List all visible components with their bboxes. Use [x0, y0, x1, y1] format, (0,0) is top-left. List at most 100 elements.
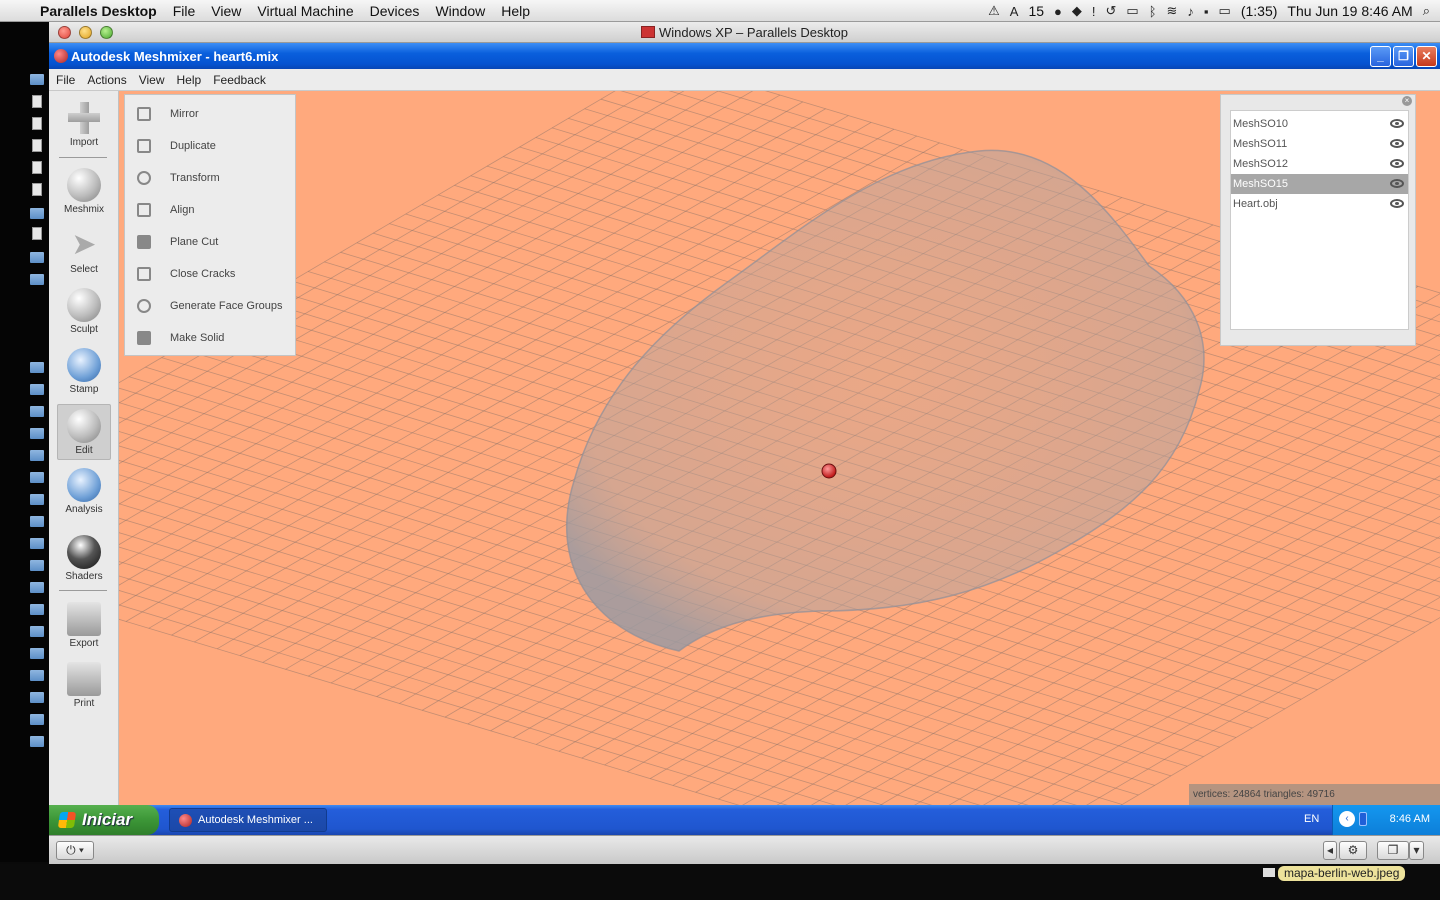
adobe-icon[interactable]: A [1010, 4, 1019, 19]
dropbox-icon[interactable]: ◆ [1072, 3, 1082, 19]
tray-expand-icon[interactable]: ‹ [1339, 811, 1355, 827]
desktop-folder-icon[interactable] [30, 274, 44, 285]
parallels-titlebar[interactable]: Windows XP – Parallels Desktop [49, 22, 1440, 43]
edit-transform[interactable]: Transform [125, 162, 295, 194]
desktop-folder-icon[interactable] [30, 516, 44, 527]
tool-select[interactable]: ➤ Select [57, 224, 111, 280]
desktop-file-label[interactable]: mapa-berlin-web.jpeg [1278, 866, 1406, 881]
desktop-folder-icon[interactable] [30, 208, 44, 219]
tool-analysis[interactable]: Analysis [57, 464, 111, 520]
object-row-meshso10[interactable]: MeshSO10 [1231, 114, 1408, 134]
view-mode-button[interactable]: ❐ [1377, 841, 1409, 860]
visibility-eye-icon[interactable] [1390, 179, 1404, 188]
edit-make-solid[interactable]: Make Solid [125, 322, 295, 354]
menu-feedback[interactable]: Feedback [213, 73, 266, 87]
power-button[interactable]: ⏻ ▾ [56, 841, 94, 860]
menu-app-name[interactable]: Parallels Desktop [40, 3, 157, 19]
display-icon[interactable]: ▭ [1126, 3, 1138, 19]
desktop-file-icon[interactable] [32, 139, 42, 152]
close-icon[interactable]: × [1402, 96, 1412, 106]
desktop-folder-icon[interactable] [30, 582, 44, 593]
desktop-file-icon[interactable] [32, 227, 42, 240]
bluetooth-icon[interactable]: ᛒ [1149, 4, 1157, 19]
menubar-clock[interactable]: Thu Jun 19 8:46 AM [1287, 3, 1412, 19]
start-button[interactable]: Iniciar [49, 805, 159, 835]
chevron-down-icon[interactable]: ▾ [1409, 841, 1424, 860]
desktop-file-icon[interactable] [32, 117, 42, 130]
menu-devices[interactable]: Devices [370, 3, 420, 19]
alert-icon[interactable]: ! [1092, 4, 1096, 19]
tool-meshmix[interactable]: Meshmix [57, 164, 111, 220]
menu-view[interactable]: View [139, 73, 165, 87]
menu-window[interactable]: Window [435, 3, 485, 19]
tool-edit[interactable]: Edit [57, 404, 111, 460]
meshmixer-titlebar[interactable]: Autodesk Meshmixer - heart6.mix _ ❐ ✕ [49, 43, 1440, 69]
file-icon[interactable] [1263, 868, 1275, 877]
evernote-icon[interactable]: ● [1054, 4, 1062, 19]
tool-sculpt[interactable]: Sculpt [57, 284, 111, 340]
desktop-folder-icon[interactable] [30, 494, 44, 505]
desktop-folder-icon[interactable] [30, 472, 44, 483]
edit-duplicate[interactable]: Duplicate [125, 130, 295, 162]
restore-button[interactable]: ❐ [1393, 46, 1414, 67]
meshmixer-app-icon[interactable] [54, 49, 68, 63]
tool-print[interactable]: Print [57, 658, 111, 714]
menu-view[interactable]: View [211, 3, 241, 19]
tool-import[interactable]: Import [57, 97, 111, 153]
tool-stamp[interactable]: Stamp [57, 344, 111, 400]
desktop-folder-icon[interactable] [30, 626, 44, 637]
desktop-file-icon[interactable] [32, 161, 42, 174]
visibility-eye-icon[interactable] [1390, 159, 1404, 168]
taskbar-item-meshmixer[interactable]: Autodesk Meshmixer ... [169, 808, 327, 832]
tray-app-icon[interactable] [1359, 812, 1367, 826]
desktop-file-icon[interactable] [32, 95, 42, 108]
menu-file[interactable]: File [173, 3, 196, 19]
desktop-folder-icon[interactable] [30, 74, 44, 85]
edit-close-cracks[interactable]: Close Cracks [125, 258, 295, 290]
tool-export[interactable]: Export [57, 598, 111, 654]
desktop-folder-icon[interactable] [30, 384, 44, 395]
edit-plane-cut[interactable]: Plane Cut [125, 226, 295, 258]
volume-icon[interactable]: ♪ [1187, 4, 1194, 19]
visibility-eye-icon[interactable] [1390, 139, 1404, 148]
input-source-icon[interactable]: ▪ [1204, 4, 1209, 19]
spotlight-search-icon[interactable]: ⌕ [1423, 3, 1430, 19]
object-row-meshso11[interactable]: MeshSO11 [1231, 134, 1408, 154]
menu-help[interactable]: Help [177, 73, 202, 87]
desktop-folder-icon[interactable] [30, 604, 44, 615]
desktop-folder-icon[interactable] [30, 714, 44, 725]
desktop-folder-icon[interactable] [30, 538, 44, 549]
desktop-folder-icon[interactable] [30, 692, 44, 703]
desktop-folder-icon[interactable] [30, 648, 44, 659]
edit-align[interactable]: Align [125, 194, 295, 226]
object-row-meshso12[interactable]: MeshSO12 [1231, 154, 1408, 174]
menu-help[interactable]: Help [501, 3, 530, 19]
desktop-file-icon[interactable] [32, 183, 42, 196]
language-indicator[interactable]: EN [1304, 813, 1319, 825]
tool-shaders[interactable]: Shaders [57, 531, 111, 587]
object-row-meshso15[interactable]: MeshSO15 [1231, 174, 1408, 194]
desktop-folder-icon[interactable] [30, 560, 44, 571]
desktop-folder-icon[interactable] [30, 428, 44, 439]
desktop-folder-icon[interactable] [30, 736, 44, 747]
battery-icon[interactable]: ▭ [1219, 3, 1231, 19]
edit-generate-face-groups[interactable]: Generate Face Groups [125, 290, 295, 322]
scroll-left-icon[interactable]: ◂ [1323, 841, 1337, 860]
minimize-button[interactable]: _ [1370, 46, 1391, 67]
tray-clock[interactable]: 8:46 AM [1390, 813, 1430, 825]
visibility-eye-icon[interactable] [1390, 119, 1404, 128]
warning-icon[interactable]: ⚠ [988, 3, 1000, 19]
visibility-eye-icon[interactable] [1390, 199, 1404, 208]
menu-virtual-machine[interactable]: Virtual Machine [257, 3, 353, 19]
menu-actions[interactable]: Actions [87, 73, 126, 87]
close-button[interactable]: ✕ [1416, 46, 1437, 67]
object-row-heart-obj[interactable]: Heart.obj [1231, 194, 1408, 214]
desktop-folder-icon[interactable] [30, 670, 44, 681]
wifi-icon[interactable]: ≋ [1167, 3, 1178, 19]
desktop-folder-icon[interactable] [30, 450, 44, 461]
gear-icon[interactable]: ⚙ [1339, 841, 1367, 860]
menu-file[interactable]: File [56, 73, 75, 87]
desktop-folder-icon[interactable] [30, 362, 44, 373]
desktop-folder-icon[interactable] [30, 406, 44, 417]
time-machine-icon[interactable]: ↺ [1106, 3, 1117, 19]
